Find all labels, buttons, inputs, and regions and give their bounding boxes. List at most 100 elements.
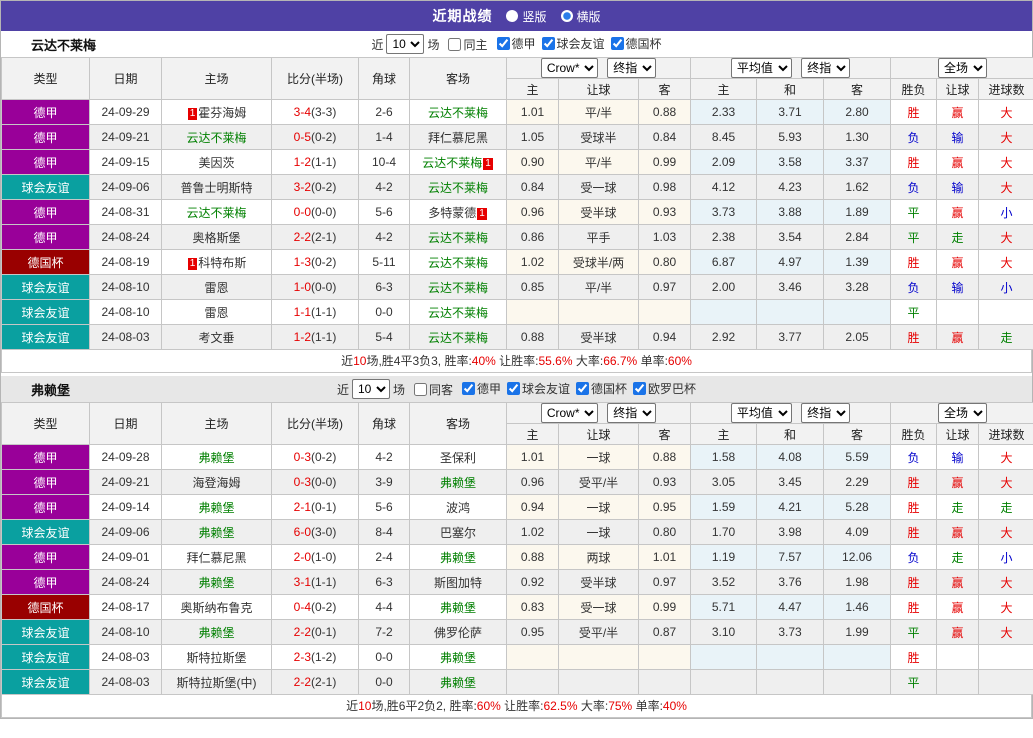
avg-home-cell: 2.09 xyxy=(691,150,757,175)
handicap-result-cell xyxy=(937,300,979,325)
average-group-header: 平均值 终指 xyxy=(691,403,891,424)
league-checkbox[interactable] xyxy=(576,382,589,395)
match-type-cell: 德甲 xyxy=(2,445,90,470)
away-odds-cell: 0.84 xyxy=(639,125,691,150)
avg-draw-cell: 4.47 xyxy=(757,595,824,620)
full-time-score: 2-2 xyxy=(294,675,311,689)
outcome-cell: 平 xyxy=(891,620,937,645)
home-team-cell: 云达不莱梅 xyxy=(162,200,272,225)
handicap-result-cell: 赢 xyxy=(937,570,979,595)
final-odds-select[interactable]: 终指 xyxy=(607,58,656,78)
layout-option-vertical[interactable]: 竖版 xyxy=(506,8,546,25)
subcol-avg-away: 客 xyxy=(824,424,891,445)
avg-away-cell: 3.28 xyxy=(824,275,891,300)
away-team-cell: 多特蒙德1 xyxy=(410,200,507,225)
away-odds-cell: 0.80 xyxy=(639,520,691,545)
average-select[interactable]: 平均值 xyxy=(731,403,792,423)
avg-home-cell: 3.10 xyxy=(691,620,757,645)
full-match-select[interactable]: 全场 xyxy=(938,58,987,78)
away-odds-cell: 1.01 xyxy=(639,545,691,570)
team-name: 云达不莱梅 xyxy=(428,306,488,320)
home-odds-cell: 0.96 xyxy=(507,470,559,495)
away-team-cell: 云达不莱梅 xyxy=(410,250,507,275)
avg-away-cell: 5.59 xyxy=(824,445,891,470)
handicap-result-cell xyxy=(937,645,979,670)
subcol-away-odds: 客 xyxy=(639,424,691,445)
match-type-cell: 德甲 xyxy=(2,470,90,495)
away-odds-cell xyxy=(639,645,691,670)
match-date-cell: 24-09-29 xyxy=(90,100,162,125)
recent-count-select[interactable]: 10 xyxy=(352,379,390,399)
match-type-cell: 德国杯 xyxy=(2,595,90,620)
team-name: 弗赖堡 xyxy=(440,676,476,690)
team-name: 云达不莱梅 xyxy=(186,206,246,220)
handicap-cell: 受半球 xyxy=(559,570,639,595)
full-time-score: 1-2 xyxy=(294,155,311,169)
avg-home-cell: 2.33 xyxy=(691,100,757,125)
match-type-cell: 德甲 xyxy=(2,100,90,125)
final-odds-select[interactable]: 终指 xyxy=(607,403,656,423)
score-cell: 3-2(0-2) xyxy=(272,175,359,200)
corner-cell: 2-4 xyxy=(359,545,410,570)
full-time-score: 2-2 xyxy=(294,625,311,639)
home-team-cell: 云达不莱梅 xyxy=(162,125,272,150)
avg-draw-cell: 3.76 xyxy=(757,570,824,595)
team-name: 多特蒙德 xyxy=(428,206,476,220)
layout-option-horizontal[interactable]: 横版 xyxy=(561,8,601,25)
handicap-cell: 平/半 xyxy=(559,100,639,125)
team-name: 霍芬海姆 xyxy=(198,106,246,120)
recent-count-select[interactable]: 10 xyxy=(386,34,424,54)
away-team-cell: 波鸿 xyxy=(410,495,507,520)
league-checkbox[interactable] xyxy=(462,382,475,395)
full-match-select[interactable]: 全场 xyxy=(938,403,987,423)
radio-horizontal-icon[interactable] xyxy=(561,10,573,22)
final-odds-select-2[interactable]: 终指 xyxy=(801,403,850,423)
team-name: 弗赖堡 xyxy=(440,651,476,665)
league-filter: 德甲 xyxy=(491,35,536,52)
avg-draw-cell: 3.46 xyxy=(757,275,824,300)
full-time-score: 2-1 xyxy=(294,500,311,514)
league-checkbox[interactable] xyxy=(633,382,646,395)
summary-part: 单率: xyxy=(637,354,668,368)
away-team-cell: 巴塞尔 xyxy=(410,520,507,545)
away-team-cell: 云达不莱梅 xyxy=(410,100,507,125)
handicap-result-cell: 输 xyxy=(937,125,979,150)
radio-vertical-icon[interactable] xyxy=(506,10,518,22)
radio-horizontal-label: 横版 xyxy=(577,8,601,25)
league-checkbox[interactable] xyxy=(611,37,624,50)
goals-result-cell xyxy=(979,300,1033,325)
match-type-cell: 德国杯 xyxy=(2,250,90,275)
summary-part: 单率: xyxy=(632,699,663,713)
score-cell: 0-4(0-2) xyxy=(272,595,359,620)
average-select[interactable]: 平均值 xyxy=(731,58,792,78)
team-name: 巴塞尔 xyxy=(440,526,476,540)
same-venue-checkbox[interactable] xyxy=(414,383,427,396)
col-header-type: 类型 xyxy=(2,403,90,445)
match-date-cell: 24-08-03 xyxy=(90,645,162,670)
match-row: 球会友谊24-09-06普鲁士明斯特3-2(0-2)4-2云达不莱梅0.84受一… xyxy=(2,175,1033,200)
same-venue-checkbox[interactable] xyxy=(448,38,461,51)
team-name: 雷恩 xyxy=(204,306,228,320)
team-name: 云达不莱梅 xyxy=(422,156,482,170)
away-team-cell: 弗赖堡 xyxy=(410,470,507,495)
match-row: 德甲24-09-14弗赖堡2-1(0-1)5-6波鸿0.94一球0.951.59… xyxy=(2,495,1033,520)
handicap-result-cell: 走 xyxy=(937,225,979,250)
handicap-result-cell: 赢 xyxy=(937,325,979,350)
league-label: 德国杯 xyxy=(626,35,662,52)
summary-part: 60% xyxy=(668,354,692,368)
avg-away-cell: 2.80 xyxy=(824,100,891,125)
league-checkbox[interactable] xyxy=(497,37,510,50)
outcome-cell: 胜 xyxy=(891,570,937,595)
league-checkbox[interactable] xyxy=(507,382,520,395)
away-odds-cell: 0.93 xyxy=(639,470,691,495)
avg-away-cell: 1.62 xyxy=(824,175,891,200)
final-odds-select-2[interactable]: 终指 xyxy=(801,58,850,78)
league-checkbox[interactable] xyxy=(542,37,555,50)
summary-part: 场,胜4平3负3, 胜率: xyxy=(366,354,471,368)
subcol-away-odds: 客 xyxy=(639,79,691,100)
match-date-cell: 24-09-21 xyxy=(90,125,162,150)
outcome-cell: 胜 xyxy=(891,495,937,520)
bookmaker-select[interactable]: Crow* xyxy=(541,58,598,78)
bookmaker-select[interactable]: Crow* xyxy=(541,403,598,423)
half-time-score: (0-2) xyxy=(311,450,336,464)
